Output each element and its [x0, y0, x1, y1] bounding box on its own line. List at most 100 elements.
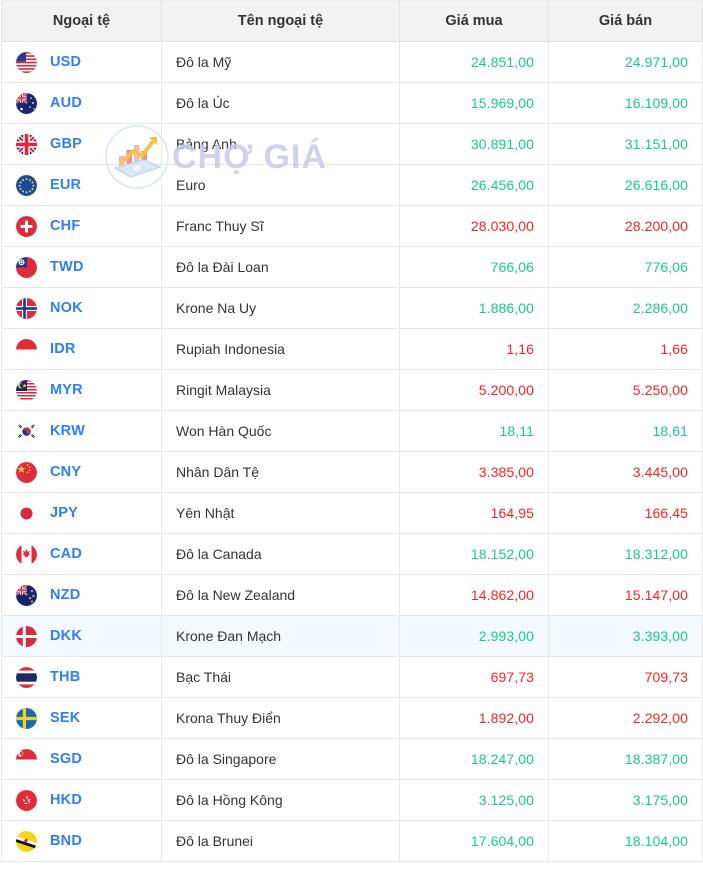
currency-code-cell[interactable]: SEK — [1, 697, 162, 739]
table-row[interactable]: NOK Krone Na Uy 1.886,00 2.286,00 — [1, 287, 703, 329]
currency-code-cell[interactable]: CHF — [1, 205, 162, 247]
sell-price-cell: 166,45 — [548, 492, 703, 534]
currency-code-cell[interactable]: DKK — [1, 615, 162, 657]
sell-price-cell: 3.393,00 — [548, 615, 703, 657]
currency-name-cell: Bạc Thái — [161, 656, 400, 698]
buy-price-cell: 2.993,00 — [399, 615, 549, 657]
table-row[interactable]: HKD Đô la Hồng Kông 3.125,00 3.175,00 — [1, 779, 703, 821]
currency-name-cell: Đô la Đài Loan — [161, 246, 400, 288]
currency-code-cell[interactable]: KRW — [1, 410, 162, 452]
currency-name-cell: Nhân Dân Tệ — [161, 451, 400, 493]
currency-code-cell[interactable]: GBP — [1, 123, 162, 165]
buy-price-cell: 18.152,00 — [399, 533, 549, 575]
table-row[interactable]: KRW Won Hàn Quốc 18,11 18,61 — [1, 410, 703, 452]
table-row[interactable]: SGD Đô la Singapore 18.247,00 18.387,00 — [1, 738, 703, 780]
currency-code-cell[interactable]: SGD — [1, 738, 162, 780]
exchange-rate-table-container: CHỢ GIÁ Ngoại tệ Tên ngoại tệ Giá mua Gi… — [0, 0, 703, 880]
flag-sg-icon — [16, 748, 37, 770]
currency-code-cell[interactable]: CAD — [1, 533, 162, 575]
table-row[interactable]: NZD Đô la New Zealand 14.862,00 15.147,00 — [1, 574, 703, 616]
column-header-currency-code: Ngoại tệ — [1, 0, 162, 42]
sell-price-cell: 3.175,00 — [548, 779, 703, 821]
table-row[interactable]: DKK Krone Đan Mạch 2.993,00 3.393,00 — [1, 615, 703, 657]
flag-gb-icon — [16, 133, 37, 155]
currency-name-cell: Ringit Malaysia — [161, 369, 400, 411]
table-row[interactable]: USD Đô la Mỹ 24.851,00 24.971,00 — [1, 41, 703, 83]
buy-price-cell: 766,06 — [399, 246, 549, 288]
flag-au-icon — [16, 92, 37, 114]
currency-code-label: NZD — [50, 587, 81, 603]
currency-code-cell[interactable]: JPY — [1, 492, 162, 534]
currency-name-cell: Đô la Singapore — [161, 738, 400, 780]
table-row[interactable]: BND Đô la Brunei 17.604,00 18.104,00 — [1, 820, 703, 862]
currency-code-cell[interactable]: TWD — [1, 246, 162, 288]
table-row[interactable]: EUR Euro 26.456,00 26.616,00 — [1, 164, 703, 206]
currency-name-cell: Rupiah Indonesia — [161, 328, 400, 370]
currency-code-cell[interactable]: MYR — [1, 369, 162, 411]
exchange-rate-table: Ngoại tệ Tên ngoại tệ Giá mua Giá bán US… — [1, 0, 703, 862]
buy-price-cell: 24.851,00 — [399, 41, 549, 83]
currency-code-label: KRW — [50, 423, 85, 439]
buy-price-cell: 5.200,00 — [399, 369, 549, 411]
table-row[interactable]: CNY Nhân Dân Tệ 3.385,00 3.445,00 — [1, 451, 703, 493]
table-body: USD Đô la Mỹ 24.851,00 24.971,00 AUD Đô la Úc… — [1, 41, 703, 862]
currency-code-label: EUR — [50, 177, 82, 193]
currency-name-cell: Đô la Canada — [161, 533, 400, 575]
flag-id-icon — [16, 338, 37, 360]
currency-code-cell[interactable]: NOK — [1, 287, 162, 329]
sell-price-cell: 18.312,00 — [548, 533, 703, 575]
currency-name-cell: Krone Đan Mạch — [161, 615, 400, 657]
currency-name-cell: Đô la New Zealand — [161, 574, 400, 616]
table-row[interactable]: CAD Đô la Canada 18.152,00 18.312,00 — [1, 533, 703, 575]
buy-price-cell: 15.969,00 — [399, 82, 549, 124]
table-row[interactable]: IDR Rupiah Indonesia 1,16 1,66 — [1, 328, 703, 370]
currency-code-label: GBP — [50, 136, 83, 152]
currency-code-cell[interactable]: HKD — [1, 779, 162, 821]
currency-code-label: THB — [50, 669, 81, 685]
currency-code-label: CHF — [50, 218, 81, 234]
currency-code-cell[interactable]: THB — [1, 656, 162, 698]
table-header-row: Ngoại tệ Tên ngoại tệ Giá mua Giá bán — [1, 0, 703, 42]
buy-price-cell: 18.247,00 — [399, 738, 549, 780]
currency-code-label: SGD — [50, 751, 83, 767]
table-row[interactable]: GBP Bảng Anh 30.891,00 31.151,00 — [1, 123, 703, 165]
sell-price-cell: 18.104,00 — [548, 820, 703, 862]
currency-code-label: JPY — [50, 505, 79, 521]
buy-price-cell: 3.125,00 — [399, 779, 549, 821]
currency-code-cell[interactable]: USD — [1, 41, 162, 83]
buy-price-cell: 17.604,00 — [399, 820, 549, 862]
currency-name-cell: Won Hàn Quốc — [161, 410, 400, 452]
currency-code-cell[interactable]: CNY — [1, 451, 162, 493]
sell-price-cell: 31.151,00 — [548, 123, 703, 165]
currency-code-cell[interactable]: IDR — [1, 328, 162, 370]
currency-code-cell[interactable]: AUD — [1, 82, 162, 124]
table-row[interactable]: JPY Yên Nhật 164,95 166,45 — [1, 492, 703, 534]
flag-us-icon — [16, 51, 37, 73]
flag-eu-icon — [16, 174, 37, 196]
flag-nz-icon — [16, 584, 37, 606]
sell-price-cell: 18.387,00 — [548, 738, 703, 780]
currency-code-cell[interactable]: BND — [1, 820, 162, 862]
column-header-buy-price: Giá mua — [399, 0, 549, 42]
currency-code-label: HKD — [50, 792, 83, 808]
flag-cn-icon — [16, 461, 37, 483]
flag-my-icon — [16, 379, 37, 401]
table-row[interactable]: THB Bạc Thái 697,73 709,73 — [1, 656, 703, 698]
currency-name-cell: Krona Thuy Điển — [161, 697, 400, 739]
table-row[interactable]: CHF Franc Thuy Sĩ 28.030,00 28.200,00 — [1, 205, 703, 247]
currency-name-cell: Đô la Brunei — [161, 820, 400, 862]
currency-code-label: CAD — [50, 546, 83, 562]
currency-code-label: IDR — [50, 341, 76, 357]
currency-name-cell: Đô la Hồng Kông — [161, 779, 400, 821]
flag-jp-icon — [16, 502, 37, 524]
currency-code-cell[interactable]: NZD — [1, 574, 162, 616]
currency-code-cell[interactable]: EUR — [1, 164, 162, 206]
table-row[interactable]: TWD Đô la Đài Loan 766,06 776,06 — [1, 246, 703, 288]
currency-name-cell: Euro — [161, 164, 400, 206]
table-row[interactable]: AUD Đô la Úc 15.969,00 16.109,00 — [1, 82, 703, 124]
table-row[interactable]: MYR Ringit Malaysia 5.200,00 5.250,00 — [1, 369, 703, 411]
currency-code-label: SEK — [50, 710, 81, 726]
buy-price-cell: 26.456,00 — [399, 164, 549, 206]
flag-kr-icon — [16, 420, 37, 442]
table-row[interactable]: SEK Krona Thuy Điển 1.892,00 2.292,00 — [1, 697, 703, 739]
